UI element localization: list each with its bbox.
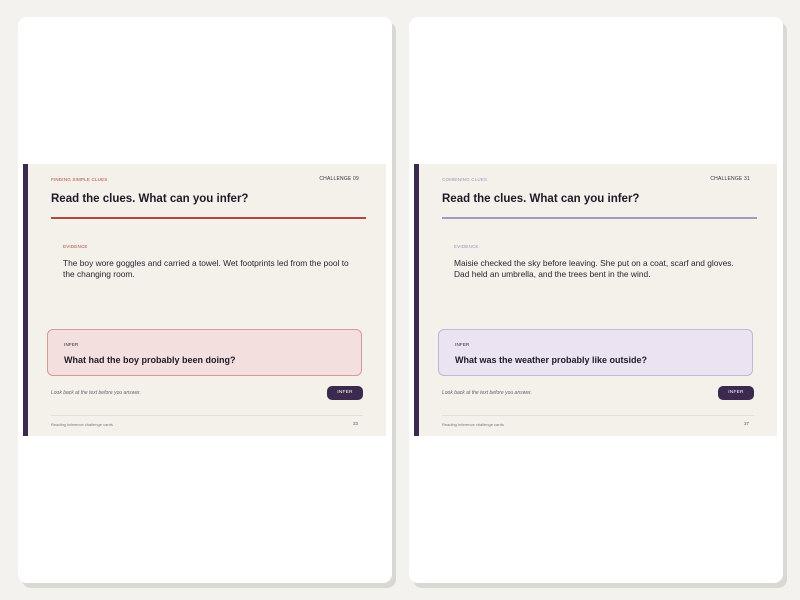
footer-divider bbox=[51, 415, 363, 416]
evidence-label: EVIDENCE bbox=[63, 244, 88, 249]
infer-button[interactable]: INFER bbox=[718, 386, 754, 400]
infer-box: INFER What was the weather probably like… bbox=[438, 329, 753, 376]
evidence-text: The boy wore goggles and carried a towel… bbox=[63, 258, 349, 279]
infer-label: INFER bbox=[64, 342, 79, 347]
challenge-card: COMBINING CLUES CHALLENGE 31 Read the cl… bbox=[414, 164, 777, 436]
challenge-card: FINDING SIMPLE CLUES CHALLENGE 09 Read t… bbox=[23, 164, 386, 436]
infer-label: INFER bbox=[455, 342, 470, 347]
evidence-label: EVIDENCE bbox=[454, 244, 479, 249]
page-number: 37 bbox=[743, 421, 749, 426]
challenge-number: CHALLENGE 31 bbox=[710, 176, 750, 182]
hint-text: Look back at the text before you answer. bbox=[442, 390, 532, 396]
infer-button[interactable]: INFER bbox=[327, 386, 363, 400]
infer-question: What had the boy probably been doing? bbox=[64, 355, 236, 365]
card-category: COMBINING CLUES bbox=[442, 177, 488, 182]
card-title: Read the clues. What can you infer? bbox=[51, 193, 249, 205]
evidence-text: Maisie checked the sky before leaving. S… bbox=[454, 258, 734, 279]
card-title: Read the clues. What can you infer? bbox=[442, 193, 640, 205]
page-left: FINDING SIMPLE CLUES CHALLENGE 09 Read t… bbox=[18, 17, 392, 583]
challenge-number: CHALLENGE 09 bbox=[319, 176, 359, 182]
title-divider bbox=[442, 217, 757, 219]
footer-divider bbox=[442, 415, 754, 416]
infer-question: What was the weather probably like outsi… bbox=[455, 355, 648, 365]
page-right: COMBINING CLUES CHALLENGE 31 Read the cl… bbox=[409, 17, 783, 583]
footer-title: Reading Inference challenge cards bbox=[442, 422, 504, 427]
page-number: 33 bbox=[352, 421, 358, 426]
hint-text: Look back at the text before you answer. bbox=[51, 390, 141, 396]
footer-title: Reading Inference challenge cards bbox=[51, 422, 113, 427]
card-category: FINDING SIMPLE CLUES bbox=[51, 177, 108, 182]
infer-box: INFER What had the boy probably been doi… bbox=[47, 329, 362, 376]
title-divider bbox=[51, 217, 366, 219]
